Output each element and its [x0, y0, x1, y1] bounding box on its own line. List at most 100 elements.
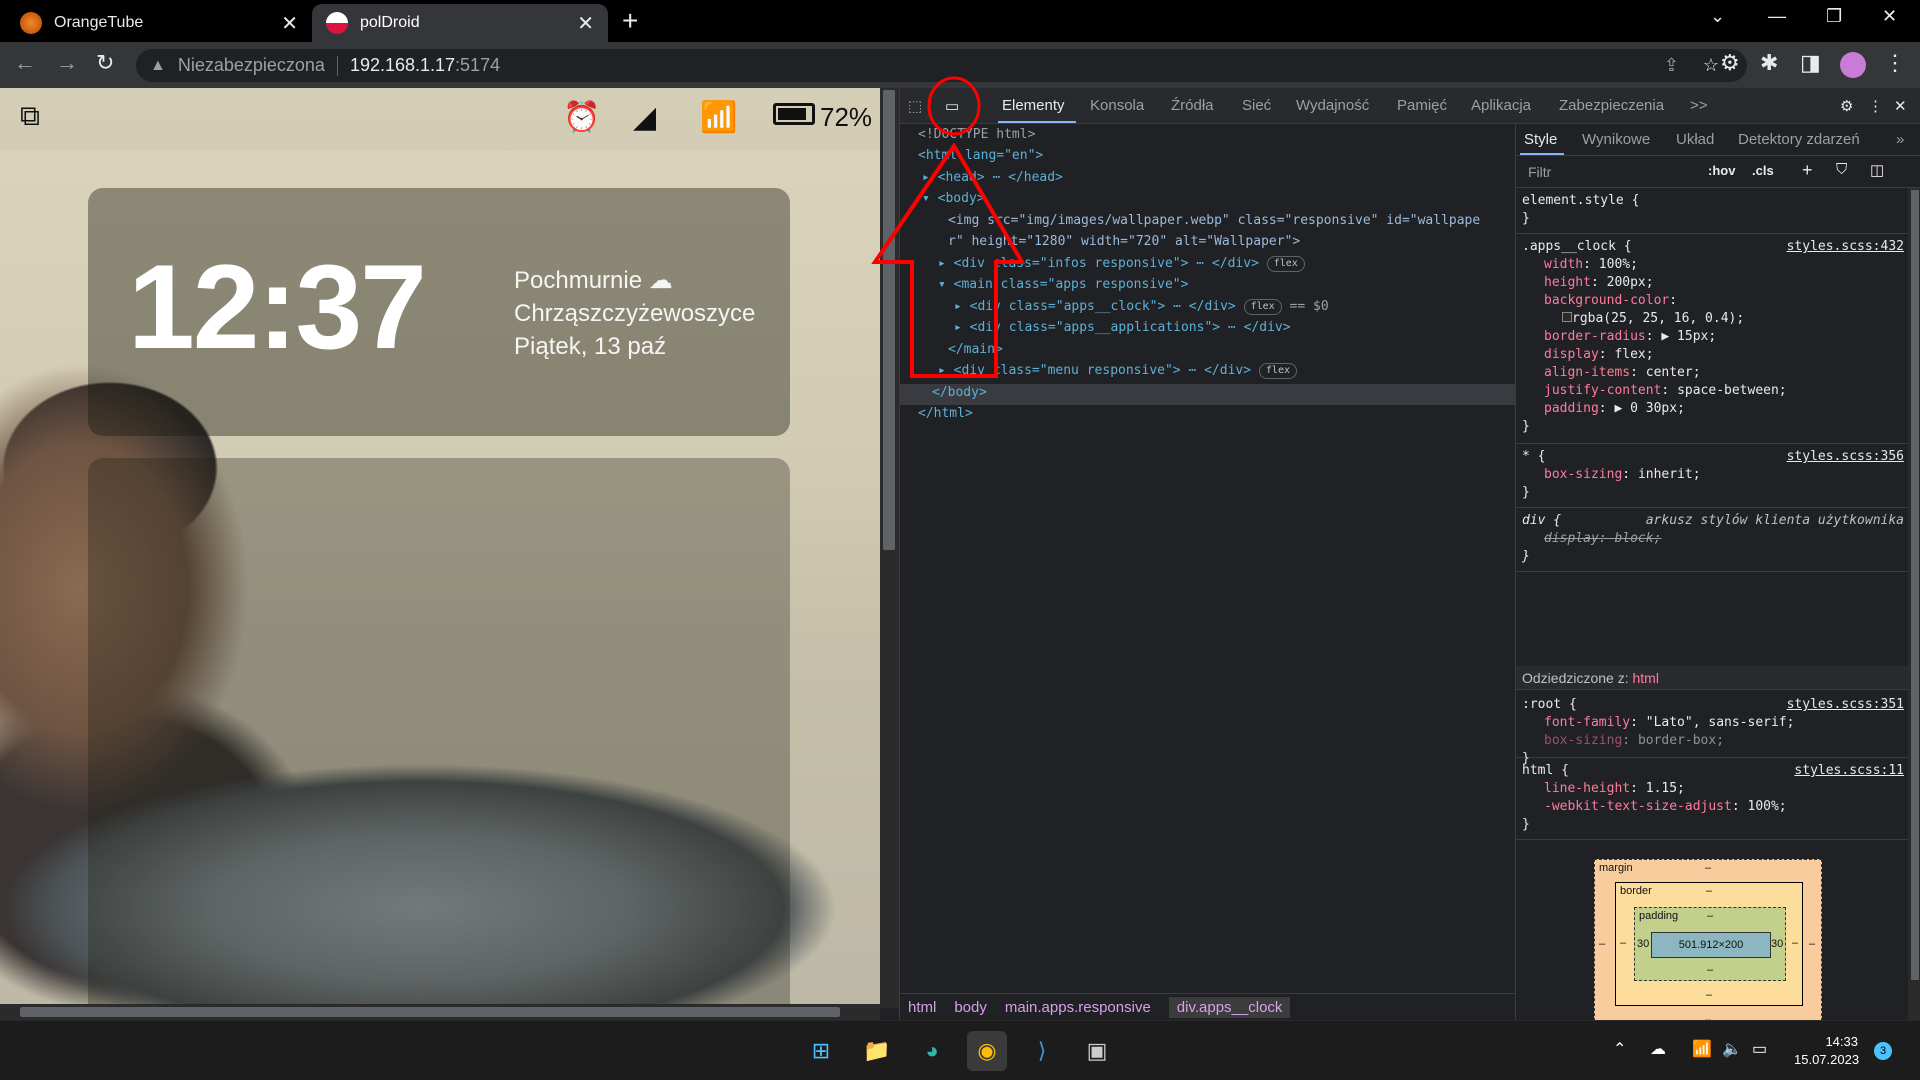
dom-line[interactable]: ▸ <head> ⋯ </head> [922, 167, 1063, 189]
close-tab-icon[interactable]: ✕ [281, 11, 298, 36]
box-model-border[interactable]: border – – – – padding – 30 30 – 501.912… [1615, 882, 1803, 1006]
box-model-padding[interactable]: padding – 30 30 – 501.912×200 [1634, 907, 1786, 981]
css-declaration[interactable]: line-height: 1.15; [1522, 780, 1902, 798]
tab-poldroid[interactable]: polDroid ✕ [312, 4, 608, 42]
breadcrumb-item[interactable]: html [908, 999, 936, 1016]
more-panes-icon[interactable]: » [1896, 131, 1904, 148]
css-declaration[interactable]: width: 100%; [1522, 256, 1902, 274]
css-declaration[interactable]: height: 200px; [1522, 274, 1902, 292]
css-declaration[interactable]: -webkit-text-size-adjust: 100%; [1522, 798, 1902, 816]
css-declaration[interactable]: align-items: center; [1522, 364, 1902, 382]
css-declaration[interactable]: box-sizing: border-box; [1522, 732, 1902, 750]
tab-search-icon[interactable]: ⌄ [1710, 6, 1725, 27]
terminal-icon[interactable]: ▣ [1077, 1031, 1117, 1071]
dom-line[interactable]: ▾ <body> [922, 188, 985, 210]
breadcrumb-item[interactable]: main.apps.responsive [1005, 999, 1151, 1016]
dom-line-selected[interactable]: ▸ <div class="apps__clock"> ⋯ </div> fle… [954, 296, 1329, 318]
tab-event-listeners[interactable]: Detektory zdarzeń [1738, 131, 1860, 148]
recent-apps-icon[interactable]: ⧉ [20, 100, 40, 133]
profile-avatar[interactable] [1840, 52, 1866, 78]
css-declaration[interactable]: rgba(25, 25, 16, 0.4); [1522, 310, 1902, 328]
minimize-icon[interactable]: — [1768, 6, 1786, 27]
forward-icon[interactable]: → [56, 50, 78, 76]
dom-line[interactable]: r" height="1280" width="720" alt="Wallpa… [948, 231, 1300, 253]
dom-line[interactable]: ▾ <main class="apps responsive"> [938, 274, 1188, 296]
css-declaration[interactable]: border-radius: ▶ 15px; [1522, 328, 1902, 346]
styles-scrollbar[interactable] [1908, 188, 1920, 1020]
notification-badge[interactable]: 3 [1874, 1042, 1892, 1060]
rule-source-link[interactable]: styles.scss:351 [1787, 696, 1904, 714]
menu-kebab-icon[interactable]: ⋮ [1884, 50, 1906, 76]
bookmark-star-icon[interactable]: ☆ [1703, 55, 1719, 76]
file-explorer-icon[interactable]: 📁 [857, 1031, 897, 1071]
css-declaration[interactable]: justify-content: space-between; [1522, 382, 1902, 400]
vscode-icon[interactable]: ⟩ [1022, 1031, 1062, 1071]
tab-security[interactable]: Zabezpieczenia [1559, 97, 1664, 114]
network-icon[interactable]: 📶 [1692, 1039, 1712, 1059]
dom-line[interactable]: </body> [932, 382, 987, 404]
tab-performance[interactable]: Wydajność [1296, 97, 1369, 114]
dom-line[interactable]: <!DOCTYPE html> [918, 124, 1035, 146]
page-horizontal-scrollbar[interactable] [0, 1004, 880, 1020]
new-rule-icon[interactable]: + [1802, 160, 1813, 181]
color-swatch[interactable] [1562, 312, 1572, 322]
cloud-sync-icon[interactable]: ☁ [1650, 1039, 1666, 1059]
battery-tray-icon[interactable]: ▭ [1752, 1039, 1767, 1059]
dom-line[interactable]: <html lang="en"> [918, 145, 1043, 167]
dom-line[interactable]: ▸ <div class="apps__applications"> ⋯ </d… [954, 317, 1291, 339]
tab-memory[interactable]: Pamięć [1397, 97, 1447, 114]
devtools-menu-icon[interactable]: ⋮ [1868, 97, 1883, 115]
settings-extension-icon[interactable]: ⚙ [1720, 50, 1740, 76]
dom-line[interactable]: </html> [918, 403, 973, 425]
inspect-element-icon[interactable]: ⬚ [908, 97, 922, 115]
dom-line[interactable]: ▸ <div class="infos responsive"> ⋯ </div… [938, 253, 1305, 275]
tab-network[interactable]: Sieć [1242, 97, 1271, 114]
side-panel-icon[interactable]: ◨ [1800, 50, 1821, 76]
page-vertical-scrollbar[interactable] [880, 88, 899, 1008]
tab-sources[interactable]: Źródła [1171, 97, 1214, 114]
sidebar-toggle-icon[interactable]: ◫ [1870, 161, 1884, 179]
box-model-margin[interactable]: margin – – – – border – – – – padding – … [1594, 859, 1822, 1031]
css-declaration[interactable]: box-sizing: inherit; [1522, 466, 1902, 484]
dom-line[interactable]: </main> [948, 339, 1003, 361]
more-tabs-icon[interactable]: >> [1690, 97, 1708, 114]
address-bar[interactable]: ▲ Niezabezpieczona 192.168.1.17 :5174 ⇪ … [136, 49, 1747, 82]
share-icon[interactable]: ⇪ [1664, 55, 1679, 76]
restore-icon[interactable]: ❐ [1826, 6, 1842, 27]
breadcrumb-item[interactable]: body [954, 999, 987, 1016]
reload-icon[interactable]: ↻ [96, 50, 114, 76]
device-toolbar-icon[interactable]: ▭ [945, 97, 959, 115]
paint-icon[interactable]: ⛉ [1836, 161, 1847, 178]
tab-elements[interactable]: Elementy [1002, 97, 1065, 114]
back-icon[interactable]: ← [14, 50, 36, 76]
close-devtools-icon[interactable]: ✕ [1894, 97, 1907, 115]
filter-input[interactable]: Filtr [1522, 161, 1702, 183]
close-window-icon[interactable]: ✕ [1882, 6, 1897, 27]
rule-source-link[interactable]: styles.scss:432 [1787, 238, 1904, 256]
box-model-content[interactable]: 501.912×200 [1651, 932, 1771, 958]
rule-source-link[interactable]: styles.scss:356 [1787, 448, 1904, 466]
tab-styles[interactable]: Style [1524, 131, 1557, 148]
rule-source-link[interactable]: styles.scss:11 [1794, 762, 1904, 780]
css-declaration[interactable]: background-color: [1522, 292, 1902, 310]
chrome-browser-icon[interactable]: ◉ [967, 1031, 1007, 1071]
taskbar-clock[interactable]: 14:33 15.07.2023 [1794, 1033, 1859, 1069]
new-tab-button[interactable]: + [622, 5, 638, 37]
cls-button[interactable]: .cls [1752, 163, 1774, 178]
tab-application[interactable]: Aplikacja [1471, 97, 1531, 114]
tab-console[interactable]: Konsola [1090, 97, 1144, 114]
hov-button[interactable]: :hov [1708, 163, 1735, 178]
dom-line[interactable]: ▸ <div class="menu responsive"> ⋯ </div>… [938, 360, 1297, 382]
dom-line[interactable]: <img src="img/images/wallpaper.webp" cla… [948, 210, 1480, 232]
css-declaration[interactable]: display: flex; [1522, 346, 1902, 364]
close-tab-icon[interactable]: ✕ [577, 11, 594, 36]
css-declaration[interactable]: padding: ▶ 0 30px; [1522, 400, 1902, 418]
edge-browser-icon[interactable]: ◕ [912, 1031, 952, 1071]
tab-layout[interactable]: Układ [1676, 131, 1714, 148]
tab-computed[interactable]: Wynikowe [1582, 131, 1650, 148]
volume-icon[interactable]: 🔈 [1722, 1039, 1742, 1059]
tab-orangetube[interactable]: OrangeTube ✕ [6, 4, 312, 42]
start-windows-icon[interactable]: ⊞ [801, 1031, 841, 1071]
devtools-settings-icon[interactable]: ⚙ [1840, 97, 1853, 115]
extensions-puzzle-icon[interactable]: ✱ [1760, 50, 1778, 76]
